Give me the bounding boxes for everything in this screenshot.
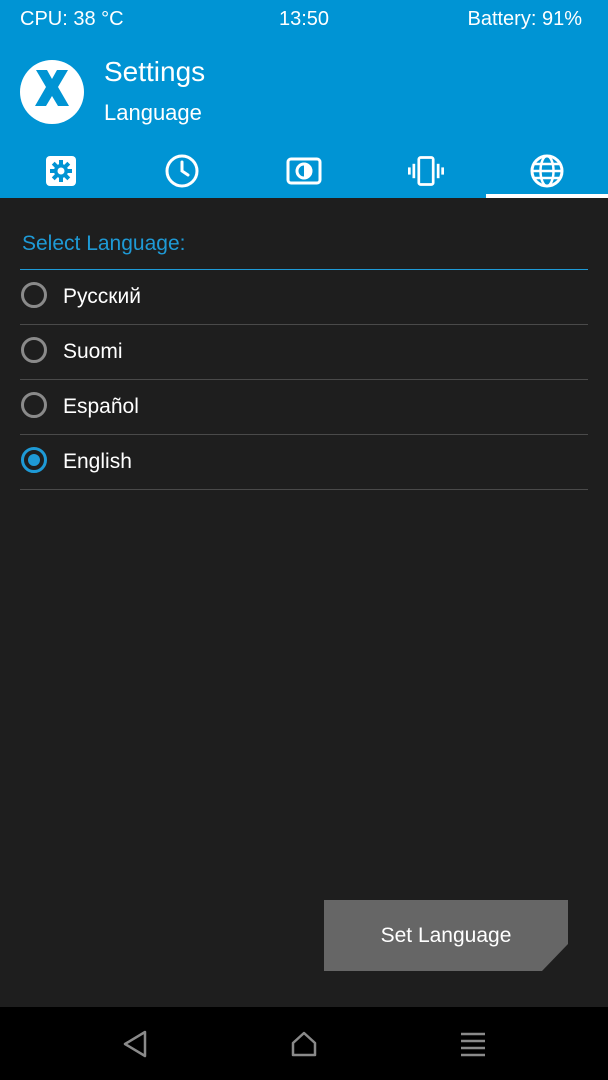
status-bar: CPU: 38 °C 13:50 Battery: 91%: [0, 0, 608, 40]
settings-tabs: [0, 144, 608, 198]
language-label: Español: [63, 395, 139, 418]
radio-button-selected[interactable]: [21, 447, 47, 473]
language-label: Русский: [63, 285, 141, 308]
tab-vibration[interactable]: [365, 144, 487, 198]
tab-time[interactable]: [122, 144, 244, 198]
page-subtitle: Language: [104, 100, 202, 125]
home-icon[interactable]: [289, 1029, 319, 1059]
page-title: Settings: [104, 56, 206, 87]
twrp-logo-icon: [20, 60, 84, 124]
language-option-finnish[interactable]: Suomi: [20, 325, 588, 380]
language-list: Русский Suomi Español English: [20, 270, 588, 490]
clock-icon: [165, 154, 199, 188]
language-option-english[interactable]: English: [20, 435, 588, 490]
language-label: Suomi: [63, 340, 123, 363]
gear-icon: [45, 156, 76, 186]
tab-general[interactable]: [0, 144, 122, 198]
radio-button[interactable]: [21, 337, 47, 363]
tab-screen[interactable]: [243, 144, 365, 198]
language-option-russian[interactable]: Русский: [20, 270, 588, 325]
set-language-button[interactable]: Set Language: [324, 900, 568, 971]
tab-language[interactable]: [486, 144, 608, 198]
menu-icon[interactable]: [458, 1029, 488, 1059]
radio-button[interactable]: [21, 282, 47, 308]
header: Settings Language: [0, 40, 608, 198]
vibration-icon: [407, 156, 444, 186]
battery-level: Battery: 91%: [467, 8, 582, 30]
globe-icon: [530, 154, 564, 188]
radio-button[interactable]: [21, 392, 47, 418]
twrp-settings-screen: CPU: 38 °C 13:50 Battery: 91% Settings L…: [0, 0, 608, 1080]
back-icon[interactable]: [121, 1029, 151, 1059]
language-option-spanish[interactable]: Español: [20, 380, 588, 435]
select-language-label: Select Language:: [22, 232, 186, 255]
language-label: English: [63, 450, 132, 473]
brightness-icon: [286, 157, 322, 185]
navigation-bar: [0, 1007, 608, 1080]
